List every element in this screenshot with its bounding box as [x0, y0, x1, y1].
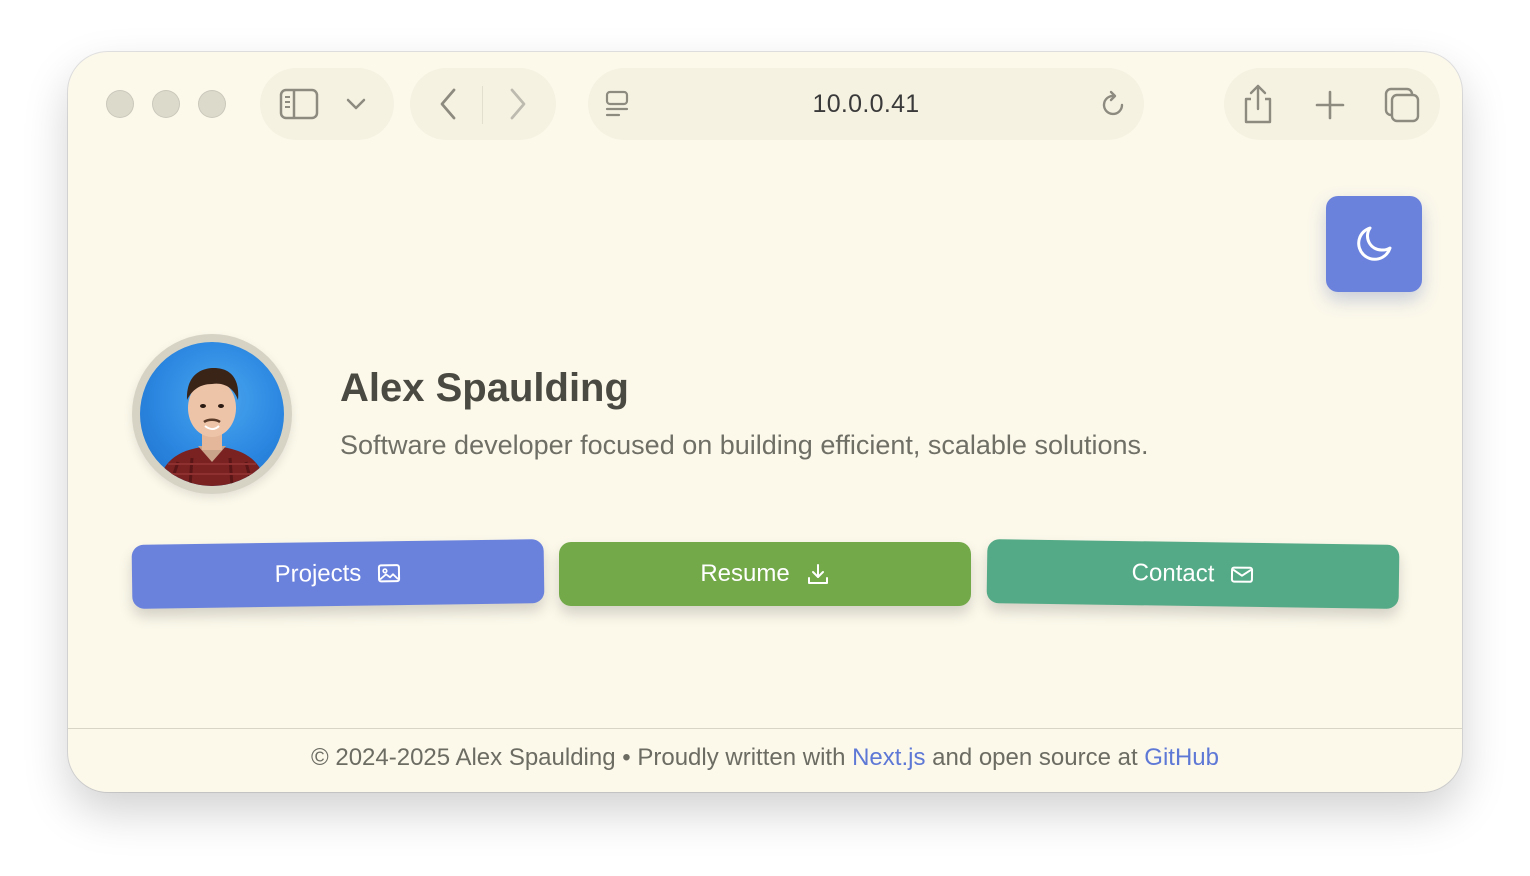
toolbar-actions — [1224, 68, 1440, 140]
close-window-button[interactable] — [106, 90, 134, 118]
nextjs-link[interactable]: Next.js — [852, 744, 925, 771]
profile-name: Alex Spaulding — [340, 366, 629, 410]
projects-button-label: Projects — [274, 559, 362, 588]
resume-button[interactable]: Resume — [559, 542, 971, 606]
footer-copyright: © 2024-2025 Alex Spaulding — [311, 744, 616, 771]
nav-divider — [482, 86, 483, 124]
footer-open-source: and open source at — [932, 744, 1138, 771]
chevron-down-icon[interactable] — [342, 92, 370, 116]
forward-arrow-icon[interactable] — [502, 86, 534, 122]
theme-toggle-button[interactable] — [1326, 196, 1422, 292]
sidebar-icon[interactable] — [278, 86, 320, 122]
footer: © 2024-2025 Alex Spaulding • Proudly wri… — [68, 744, 1462, 772]
navigation-controls — [410, 68, 556, 140]
profile-tagline: Software developer focused on building e… — [340, 430, 1149, 460]
browser-window: 10.0.0.41 Alex Spaulding Software develo… — [68, 52, 1462, 792]
footer-written-with: Proudly written with — [637, 744, 846, 771]
resume-button-label: Resume — [700, 560, 790, 587]
back-arrow-icon[interactable] — [432, 86, 464, 122]
github-link[interactable]: GitHub — [1144, 744, 1219, 771]
contact-button[interactable]: Contact — [986, 539, 1400, 609]
zoom-window-button[interactable] — [198, 90, 226, 118]
projects-button[interactable]: Projects — [131, 539, 545, 609]
avatar — [132, 334, 292, 494]
mail-icon — [1231, 566, 1254, 583]
address-bar[interactable]: 10.0.0.41 — [588, 68, 1144, 140]
url-text[interactable]: 10.0.0.41 — [588, 68, 1144, 140]
footer-separator: • — [622, 744, 631, 771]
share-icon[interactable] — [1238, 82, 1278, 126]
avatar-photo — [140, 342, 284, 486]
image-icon — [378, 564, 401, 583]
tab-overview-icon[interactable] — [1382, 86, 1422, 124]
download-icon — [807, 564, 828, 584]
contact-button-label: Contact — [1131, 559, 1215, 588]
reload-icon[interactable] — [1098, 88, 1130, 120]
sidebar-controls — [260, 68, 394, 140]
plus-icon[interactable] — [1312, 88, 1348, 122]
moon-icon — [1357, 226, 1392, 261]
footer-divider — [68, 728, 1462, 729]
minimize-window-button[interactable] — [152, 90, 180, 118]
